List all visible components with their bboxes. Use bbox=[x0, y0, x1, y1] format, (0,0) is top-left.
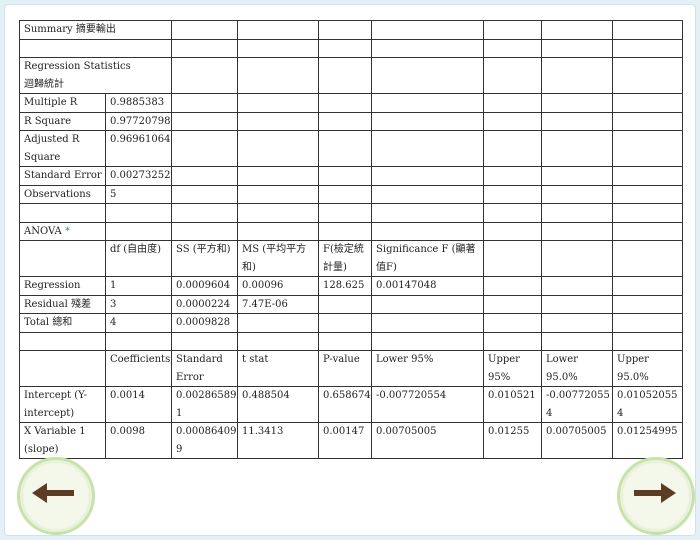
anova-header-significance: Significance F (顯著值F) bbox=[371, 240, 485, 277]
anova-header-f: F(檢定統計量) bbox=[318, 240, 373, 277]
row-label: X Variable 1 (slope) bbox=[19, 422, 106, 459]
cell: 0.00705005 bbox=[541, 422, 614, 459]
anova-row-regression: Regression 1 0.0009604 0.00096 128.625 0… bbox=[19, 276, 684, 296]
cell: -0.007720554 bbox=[541, 386, 614, 423]
stat-value: 5 bbox=[104, 184, 173, 204]
cell: 0.0009828 bbox=[171, 313, 239, 333]
coef-header: Upper 95.0% bbox=[612, 350, 684, 387]
stat-value: 0.97720798 bbox=[104, 111, 173, 131]
stat-row-adjusted-r-square: Adjusted R Square 0.96961064 bbox=[19, 130, 684, 167]
cell bbox=[237, 313, 320, 333]
anova-title-row: ANOVA * bbox=[19, 221, 684, 241]
cell: 0.0000224 bbox=[171, 294, 239, 314]
cell: 4 bbox=[104, 313, 173, 333]
cell: 128.625 bbox=[318, 276, 373, 296]
cell: 0.658674 bbox=[318, 386, 373, 423]
stat-row-standard-error: Standard Error 0.00273252 bbox=[19, 166, 684, 186]
stat-label: Observations bbox=[19, 184, 106, 204]
stat-value: 0.9885383 bbox=[104, 93, 173, 113]
anova-header-df: df (自由度) bbox=[104, 240, 173, 277]
anova-header-row: df (自由度) SS (平方和) MS (平均平方和) F(檢定統計量) Si… bbox=[19, 240, 684, 277]
cell: 3 bbox=[104, 294, 173, 314]
coef-header: Upper 95% bbox=[483, 350, 543, 387]
stat-row-r-square: R Square 0.97720798 bbox=[19, 111, 684, 131]
previous-page-button[interactable] bbox=[17, 457, 95, 535]
table-row bbox=[19, 331, 684, 351]
stat-value: 0.00273252 bbox=[104, 166, 173, 186]
stat-value: 0.96961064 bbox=[104, 130, 173, 167]
table-row bbox=[18, 38, 684, 58]
coefficients-header-row: Coefficients Standard Error t stat P-val… bbox=[19, 350, 684, 387]
row-label: Residual 殘差 bbox=[19, 294, 106, 314]
anova-title: ANOVA * bbox=[19, 221, 106, 241]
stat-row-observations: Observations 5 bbox=[19, 184, 684, 204]
anova-header-ss: SS (平方和) bbox=[171, 240, 239, 277]
cell: 7.47E-06 bbox=[237, 294, 320, 314]
anova-row-residual: Residual 殘差 3 0.0000224 7.47E-06 bbox=[19, 294, 684, 314]
coef-header: Lower 95.0% bbox=[541, 350, 614, 387]
anova-row-total: Total 總和 4 0.0009828 bbox=[19, 313, 684, 333]
cell: 0.010521 bbox=[483, 386, 543, 423]
table-row: Regression Statistics 迴歸統計 bbox=[18, 57, 684, 94]
row-label: Total 總和 bbox=[19, 313, 106, 333]
stat-row-multiple-r: Multiple R 0.9885383 bbox=[19, 93, 684, 113]
regression-output-table: Summary 摘要輸出 Regression Statistics 迴歸統計 … bbox=[18, 20, 684, 459]
summary-title: Summary 摘要輸出 bbox=[18, 20, 173, 40]
table-row: Summary 摘要輸出 bbox=[18, 20, 684, 40]
cell: 0.00147048 bbox=[371, 276, 485, 296]
cell: 1 bbox=[104, 276, 173, 296]
stat-label: R Square bbox=[19, 111, 106, 131]
anova-footnote-link[interactable]: * bbox=[65, 226, 70, 237]
cell: 11.3413 bbox=[237, 422, 320, 459]
content-frame: Summary 摘要輸出 Regression Statistics 迴歸統計 … bbox=[4, 4, 696, 536]
cell: 0.002865891 bbox=[171, 386, 239, 423]
cell bbox=[371, 294, 485, 314]
cell: 0.01254995 bbox=[612, 422, 684, 459]
cell: 0.000864099 bbox=[171, 422, 239, 459]
cell: 0.0098 bbox=[104, 422, 173, 459]
arrow-right-icon bbox=[634, 483, 676, 503]
cell: 0.488504 bbox=[237, 386, 320, 423]
row-label: Intercept (Y-intercept) bbox=[19, 386, 106, 423]
cell: 0.00096 bbox=[237, 276, 320, 296]
stat-label: Adjusted R Square bbox=[19, 130, 106, 167]
stat-label: Multiple R bbox=[19, 93, 106, 113]
cell: 0.00705005 bbox=[371, 422, 485, 459]
cell bbox=[318, 313, 373, 333]
cell: 0.00147 bbox=[318, 422, 373, 459]
cell bbox=[371, 313, 485, 333]
cell: -0.007720554 bbox=[371, 386, 485, 423]
anova-header-ms: MS (平均平方和) bbox=[237, 240, 320, 277]
cell bbox=[318, 294, 373, 314]
coef-header: Lower 95% bbox=[371, 350, 485, 387]
coef-row-intercept: Intercept (Y-intercept) 0.0014 0.0028658… bbox=[19, 386, 684, 423]
cell: 0.010520554 bbox=[612, 386, 684, 423]
stat-label: Standard Error bbox=[19, 166, 106, 186]
coef-row-x-variable-1: X Variable 1 (slope) 0.0098 0.000864099 … bbox=[19, 422, 684, 459]
regression-statistics-label: Regression Statistics 迴歸統計 bbox=[18, 57, 173, 94]
row-label: Regression bbox=[19, 276, 106, 296]
cell: 0.0009604 bbox=[171, 276, 239, 296]
next-page-button[interactable] bbox=[617, 457, 695, 535]
coef-header: Coefficients bbox=[104, 350, 173, 387]
coef-header: P-value bbox=[318, 350, 373, 387]
cell: 0.01255 bbox=[483, 422, 543, 459]
coef-header: t stat bbox=[237, 350, 320, 387]
table-row bbox=[19, 203, 684, 223]
coef-header: Standard Error bbox=[171, 350, 239, 387]
cell: 0.0014 bbox=[104, 386, 173, 423]
arrow-left-icon bbox=[32, 483, 74, 503]
